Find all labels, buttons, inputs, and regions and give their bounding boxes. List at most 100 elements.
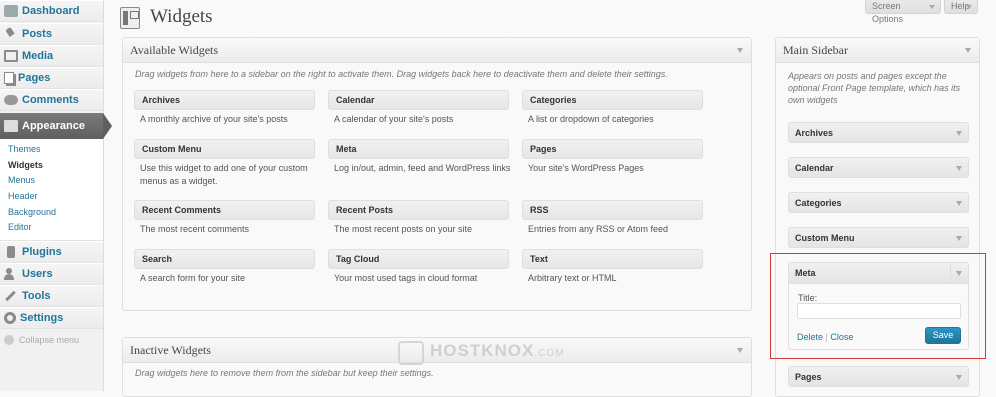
sidebar-widget-calendar[interactable]: Calendar <box>788 157 969 178</box>
menu-media[interactable]: Media <box>0 45 103 67</box>
widget-description: A monthly archive of your site's posts <box>140 114 288 124</box>
widget-description: The most recent comments <box>140 224 250 234</box>
save-button[interactable]: Save <box>925 327 961 344</box>
widget-description: Your most used tags in cloud format <box>334 273 478 283</box>
collapse-icon <box>4 335 14 346</box>
widget-tag-cloud[interactable]: Tag Cloud <box>328 249 509 269</box>
toggle-arrow-icon[interactable] <box>956 271 962 276</box>
available-widgets-header[interactable]: Available Widgets <box>123 38 751 63</box>
tools-icon <box>4 290 18 302</box>
widgets-page-icon <box>120 7 140 29</box>
meta-widget-actions: Delete | Close <box>797 332 853 342</box>
dashboard-icon <box>4 5 18 17</box>
menu-label: Pages <box>18 72 51 84</box>
toggle-arrow-icon[interactable] <box>956 375 962 380</box>
watermark-logo-icon <box>398 341 424 365</box>
widget-description: A calendar of your site's posts <box>334 114 454 124</box>
widget-search[interactable]: Search <box>134 249 315 269</box>
screen-options-button[interactable]: Screen Options <box>865 0 941 24</box>
toggle-arrow-icon[interactable] <box>737 348 743 353</box>
widget-recent-posts[interactable]: Recent Posts <box>328 200 509 220</box>
title-field-label: Title: <box>798 293 818 303</box>
separator: | <box>825 332 828 342</box>
menu-tools[interactable]: Tools <box>0 285 103 308</box>
menu-appearance[interactable]: Appearance <box>0 113 112 139</box>
widget-calendar[interactable]: Calendar <box>328 90 509 110</box>
widget-description: A list or dropdown of categories <box>528 114 654 124</box>
pages-icon <box>4 72 14 84</box>
inactive-widgets-title: Inactive Widgets <box>130 343 211 357</box>
users-icon <box>4 268 18 281</box>
widget-categories[interactable]: Categories <box>522 90 703 110</box>
submenu-background[interactable]: Background <box>0 205 103 221</box>
widget-text[interactable]: Text <box>522 249 703 269</box>
watermark-suffix: .COM <box>534 348 565 359</box>
toggle-arrow-icon[interactable] <box>737 48 743 53</box>
toggle-arrow-icon[interactable] <box>965 48 971 53</box>
screen-options-label: Screen Options <box>872 1 904 24</box>
toggle-arrow-icon[interactable] <box>956 131 962 136</box>
plugin-icon <box>7 246 15 259</box>
widget-archives[interactable]: Archives <box>134 90 315 110</box>
sidebar-widget-label: Calendar <box>795 163 834 173</box>
appearance-submenu: Themes Widgets Menus Header Background E… <box>0 139 103 242</box>
sidebar-widget-label: Categories <box>795 198 842 208</box>
menu-label: Users <box>22 268 53 281</box>
collapse-menu[interactable]: Collapse menu <box>0 335 103 346</box>
menu-label: Dashboard <box>22 5 80 17</box>
menu-dashboard[interactable]: Dashboard <box>0 0 103 22</box>
menu-plugins[interactable]: Plugins <box>0 241 103 264</box>
main-sidebar-title: Main Sidebar <box>783 43 848 57</box>
submenu-widgets[interactable]: Widgets <box>0 158 103 174</box>
menu-pages[interactable]: Pages <box>0 67 103 89</box>
close-link[interactable]: Close <box>830 332 853 342</box>
sidebar-widget-meta-expanded: Meta Title: Delete | Close Save <box>788 262 969 350</box>
menu-label: Media <box>22 50 54 62</box>
toggle-arrow-icon[interactable] <box>956 236 962 241</box>
help-button[interactable]: Help <box>944 0 978 14</box>
submenu-menus[interactable]: Menus <box>0 173 103 189</box>
watermark: HOSTKNOX.COM <box>430 341 564 361</box>
available-widgets-description: Drag widgets from here to a sidebar on t… <box>135 69 668 79</box>
chevron-down-icon <box>929 5 935 9</box>
menu-label: Settings <box>20 312 64 325</box>
meta-widget-header[interactable]: Meta <box>789 263 968 284</box>
widget-pages[interactable]: Pages <box>522 139 703 159</box>
collapse-label: Collapse menu <box>19 335 80 346</box>
menu-settings[interactable]: Settings <box>0 307 103 330</box>
widget-rss[interactable]: RSS <box>522 200 703 220</box>
widget-meta[interactable]: Meta <box>328 139 509 159</box>
toggle-arrow-icon[interactable] <box>956 201 962 206</box>
submenu-header[interactable]: Header <box>0 189 103 205</box>
sidebar-widget-archives[interactable]: Archives <box>788 122 969 143</box>
chevron-down-icon <box>966 5 972 9</box>
meta-widget-label: Meta <box>795 268 816 278</box>
sidebar-widget-pages[interactable]: Pages <box>788 366 969 387</box>
menu-label: Posts <box>22 28 52 40</box>
main-sidebar-header[interactable]: Main Sidebar <box>776 38 979 63</box>
widget-recent-comments[interactable]: Recent Comments <box>134 200 315 220</box>
menu-comments[interactable]: Comments <box>0 89 103 111</box>
widget-description: Arbitrary text or HTML <box>528 273 617 283</box>
sidebar-widget-custom-menu[interactable]: Custom Menu <box>788 227 969 248</box>
widget-custom-menu[interactable]: Custom Menu <box>134 139 315 159</box>
comments-icon <box>4 95 18 105</box>
media-icon <box>4 50 18 62</box>
menu-users[interactable]: Users <box>0 263 103 286</box>
admin-menu: Dashboard Posts Media Pages Comments App… <box>0 0 112 391</box>
submenu-editor[interactable]: Editor <box>0 220 103 236</box>
title-input[interactable] <box>797 303 961 319</box>
page-title: Widgets <box>150 6 213 27</box>
sidebar-widget-categories[interactable]: Categories <box>788 192 969 213</box>
available-widgets-box: Available Widgets Drag widgets from here… <box>122 37 752 311</box>
sidebar-widget-label: Custom Menu <box>795 233 855 243</box>
menu-label: Tools <box>22 290 51 303</box>
submenu-themes[interactable]: Themes <box>0 142 103 158</box>
widget-description: A search form for your site <box>140 273 246 283</box>
menu-posts[interactable]: Posts <box>0 23 103 45</box>
menu-label: Comments <box>22 94 79 106</box>
widget-description: Entries from any RSS or Atom feed <box>528 224 669 234</box>
toggle-arrow-icon[interactable] <box>956 166 962 171</box>
delete-link[interactable]: Delete <box>797 332 823 342</box>
available-widgets-title: Available Widgets <box>130 43 219 57</box>
